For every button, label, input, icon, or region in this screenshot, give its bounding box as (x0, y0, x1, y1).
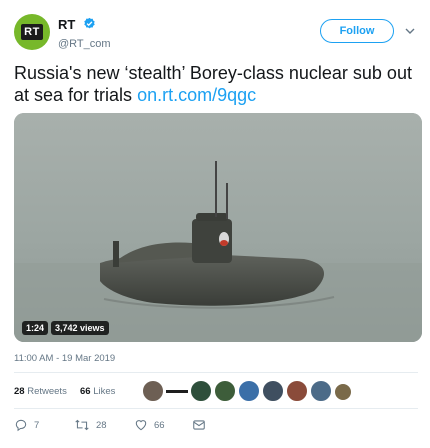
likes-count: 66 (80, 386, 91, 397)
tweet-actions: 7 28 66 (14, 416, 418, 436)
liker-avatar[interactable] (214, 380, 236, 402)
retweets-count: 28 (14, 386, 25, 397)
engagement-stats: 28 Retweets 66 Likes (14, 378, 418, 406)
like-count: 66 (154, 419, 165, 431)
direct-message-icon (193, 420, 205, 430)
submarine-video-frame (14, 113, 422, 342)
liker-avatar[interactable] (190, 380, 212, 402)
reply-count: 7 (34, 419, 40, 431)
avatar-logo: RT (21, 24, 43, 40)
retweet-count: 28 (96, 419, 107, 431)
follow-button[interactable]: Follow (320, 19, 394, 43)
chevron-down-icon[interactable] (404, 24, 416, 42)
like-button[interactable]: 66 (134, 418, 165, 432)
retweet-icon (75, 419, 89, 431)
tweet-text: Russia's new ‘stealth’ Borey-class nucle… (14, 62, 419, 106)
retweets-label: Retweets (27, 386, 67, 397)
divider (14, 372, 418, 373)
retweets-stat[interactable]: 28 Retweets (14, 386, 67, 397)
video-duration-badge: 1:24 (22, 321, 49, 335)
liker-avatar[interactable] (262, 380, 284, 402)
liker-avatar[interactable] (334, 383, 352, 401)
verified-badge-icon (83, 17, 96, 35)
liker-avatar[interactable] (238, 380, 260, 402)
tweet-timestamp[interactable]: 11:00 AM - 19 Mar 2019 (14, 353, 115, 364)
heart-icon (135, 420, 147, 431)
divider (14, 408, 418, 409)
liker-avatar[interactable] (142, 380, 164, 402)
tweet-header: RT RT @RT_com Follow (14, 14, 416, 50)
avatar[interactable]: RT (14, 14, 50, 50)
handle[interactable]: @RT_com (58, 37, 111, 51)
liker-avatar[interactable] (286, 380, 308, 402)
liker-avatar[interactable] (310, 380, 332, 402)
direct-message-button[interactable] (192, 418, 206, 432)
reply-button[interactable]: 7 (14, 418, 39, 432)
display-name[interactable]: RT (58, 17, 75, 33)
video-player[interactable]: 1:24 3,742 views (14, 113, 422, 342)
video-views-badge: 3,742 views (51, 321, 109, 335)
tweet-link[interactable]: on.rt.com/9qgc (137, 85, 256, 105)
liker-avatar[interactable] (166, 390, 188, 393)
likes-stat[interactable]: 66 Likes (80, 386, 115, 397)
retweet-button[interactable]: 28 (74, 418, 107, 432)
reply-icon (15, 419, 27, 432)
author-info: RT @RT_com (58, 16, 111, 51)
likes-label: Likes (93, 386, 116, 397)
